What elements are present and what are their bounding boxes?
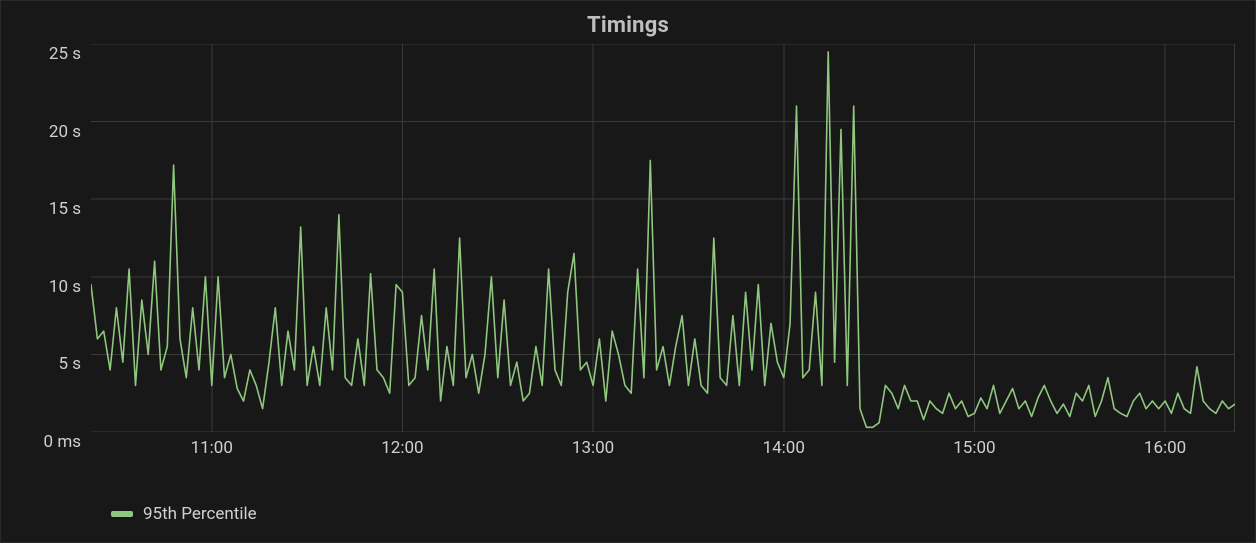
x-tick-label: 12:00 [381,438,423,458]
chart-line [91,44,1235,432]
y-tick-label: 25 s [49,44,81,64]
x-tick-label: 16:00 [1144,438,1186,458]
y-tick-label: 15 s [49,199,81,219]
y-tick-label: 10 s [49,277,81,297]
plot-area[interactable] [91,44,1235,432]
legend-swatch-icon [111,511,133,517]
chart-panel: Timings 0 ms 5 s 10 s 15 s 20 s 25 s 11:00 12:… [0,0,1256,543]
x-tick-label: 14:00 [763,438,805,458]
y-tick-label: 5 s [58,354,81,374]
x-axis: 11:00 12:00 13:00 14:00 15:00 16:00 [91,432,1235,468]
x-tick-label: 13:00 [572,438,614,458]
x-tick-label: 11:00 [191,438,233,458]
y-tick-label: 0 ms [44,432,81,452]
x-tick-label: 15:00 [953,438,995,458]
chart-title: Timings [1,1,1255,38]
y-axis: 0 ms 5 s 10 s 15 s 20 s 25 s [21,44,91,468]
legend-series-label: 95th Percentile [143,504,257,524]
chart-area[interactable]: 0 ms5 s10 s15 s20 s25 s 11:0012:0013:001… [1,38,1255,468]
y-tick-label: 20 s [49,122,81,142]
legend[interactable]: 95th Percentile [111,504,257,524]
